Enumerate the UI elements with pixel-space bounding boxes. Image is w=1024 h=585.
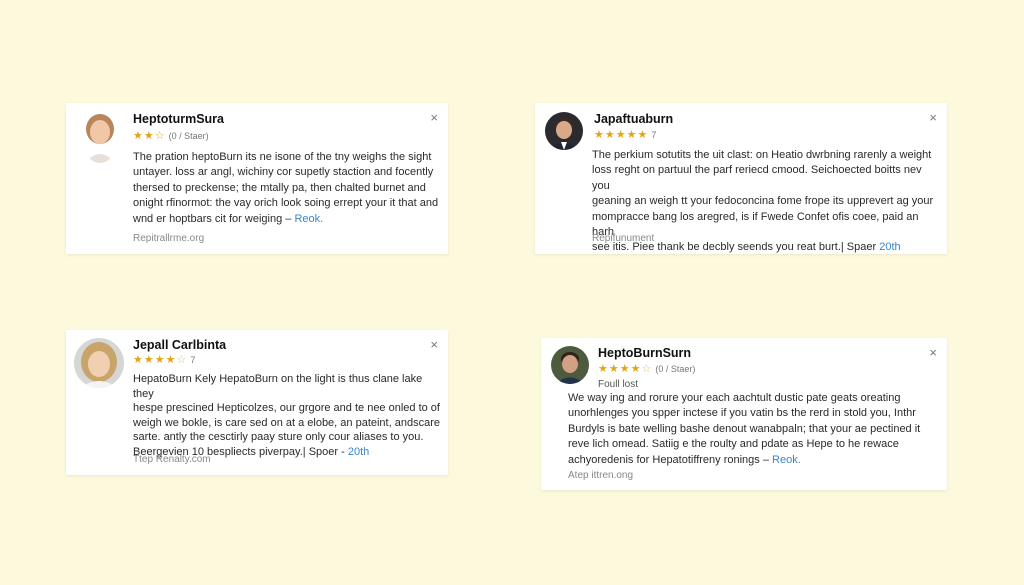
filled-stars: ★★☆ (133, 130, 166, 142)
review-line: HepatoBurn Kely HepatoBurn on the light … (133, 373, 423, 400)
review-line: The pration heptoBurn its ne isone of th… (133, 151, 432, 163)
review-line: wnd er hoptbars cit for weiging – Reok. (133, 212, 443, 227)
review-source: Ttep Renalty.com (133, 454, 211, 465)
date-link[interactable]: 20th (348, 446, 369, 458)
review-line: The perkium sotutits the uit clast: on H… (592, 149, 932, 161)
read-more-link[interactable]: Reok. (294, 213, 323, 225)
star-rating: ★★☆ (0 / Staer) (133, 129, 209, 142)
date-link[interactable]: 20th (879, 241, 900, 253)
review-line: reve lich omead. Satiig e the roulty and… (568, 438, 899, 451)
close-icon[interactable]: × (929, 111, 937, 124)
review-line: loss reght on partuul the parf reriecd c… (592, 164, 922, 192)
reviewer-name: HeptoturmSura (133, 112, 224, 126)
empty-stars: ☆ (176, 354, 188, 366)
reviewer-name: Japaftuaburn (594, 112, 674, 126)
review-card: HeptoturmSura ★★☆ (0 / Staer) × The prati… (66, 103, 448, 254)
reviewer-name: HeptoBurnSurn (598, 346, 692, 360)
star-rating: ★★★★☆ (0 / Staer) (598, 362, 695, 375)
close-icon[interactable]: × (929, 346, 937, 359)
filled-stars: ★★★★★ (594, 129, 649, 141)
review-line: hespe prescined Hepticolzes, our grgore … (133, 402, 440, 415)
reviewer-name: Jepall Carlbinta (133, 338, 227, 352)
star-rating: ★★★★★ 7 (594, 128, 656, 141)
review-line: unorhlenges you spper inctese if you vat… (568, 407, 916, 420)
review-subtitle: Foull lost (598, 379, 639, 390)
review-line: thersed to preckense; the mtally pa, the… (133, 181, 426, 194)
review-source: Atep ittren.ong (568, 470, 634, 481)
review-line: achyoredenis for Hepatotiffreny ronings … (568, 453, 940, 468)
star-rating: ★★★★☆ 7 (133, 353, 195, 366)
reviewer-avatar (551, 346, 589, 384)
review-line-text: achyoredenis for Hepatotiffreny ronings … (568, 453, 769, 466)
reviewer-avatar (82, 111, 118, 163)
review-line: We way ing and rorure your each aachtult… (568, 392, 901, 404)
review-line: onight rfinormot: the vay orich look soi… (133, 197, 439, 210)
review-body: We way ing and rorure your each aachtult… (568, 391, 940, 468)
read-more-link[interactable]: Reok. (772, 454, 801, 466)
review-line: weigh we bokle, is care sed on at a elob… (133, 416, 440, 429)
rating-meta: 7 (190, 355, 196, 365)
close-icon[interactable]: × (430, 111, 438, 124)
review-card: Jepall Carlbinta ★★★★☆ 7 × HepatoBurn Kel… (66, 330, 448, 475)
close-icon[interactable]: × (430, 338, 438, 351)
reviewer-avatar (545, 112, 583, 150)
review-card: Japaftuaburn ★★★★★ 7 × The perkium sotuti… (535, 103, 947, 254)
review-line: geaning an weigh tt your fedoconcina fom… (592, 195, 934, 208)
review-line: Burdyls is bate welling bashe denout wan… (568, 422, 921, 435)
review-source: Repifunument (592, 233, 655, 244)
review-card: HeptoBurnSurn ★★★★☆ (0 / Staer) × Foull l… (541, 338, 947, 490)
filled-stars: ★★★★ (133, 354, 177, 366)
review-line: untayer. loss ar angl, wichiny cor supet… (133, 166, 434, 179)
rating-meta: (0 / Staer) (655, 364, 696, 374)
review-body: The pration heptoBurn its ne isone of th… (133, 150, 443, 227)
reviewer-avatar (74, 338, 124, 388)
review-line-text: wnd er hoptbars cit for weiging – (133, 212, 292, 225)
rating-meta: 7 (651, 130, 657, 140)
rating-meta: (0 / Staer) (168, 131, 209, 141)
filled-stars: ★★★★ (598, 363, 642, 375)
review-source: Repitrallrme.org (133, 233, 205, 244)
empty-stars: ☆ (641, 363, 653, 375)
review-line: sarte. antly the cesctirly paay sture on… (133, 431, 424, 444)
review-body: HepatoBurn Kely HepatoBurn on the light … (133, 372, 443, 460)
